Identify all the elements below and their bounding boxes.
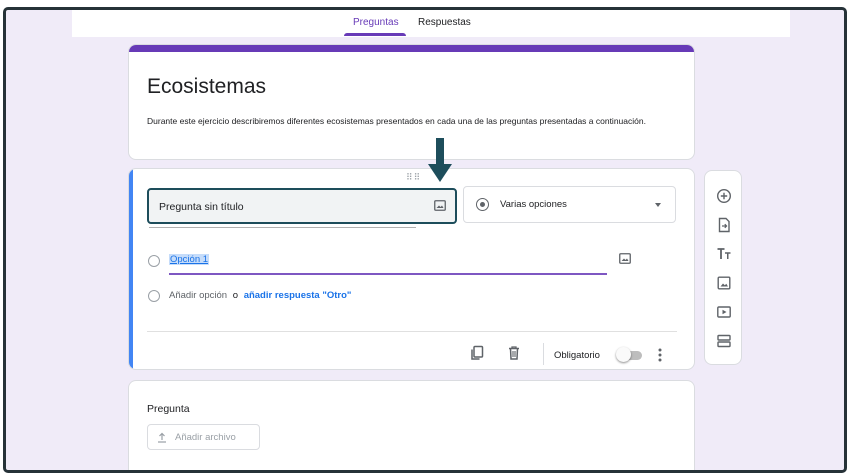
required-label: Obligatorio bbox=[554, 350, 600, 361]
form-title[interactable]: Ecosistemas bbox=[147, 75, 266, 99]
radio-type-icon bbox=[476, 198, 489, 211]
form-description[interactable]: Durante este ejercicio describiremos dif… bbox=[147, 115, 667, 128]
option-image-icon[interactable] bbox=[619, 253, 631, 264]
add-title-icon[interactable] bbox=[716, 246, 732, 262]
top-tab-bar: Preguntas Respuestas bbox=[72, 10, 790, 37]
question-type-label: Varias opciones bbox=[500, 199, 567, 210]
question-title-text: Pregunta sin título bbox=[159, 201, 244, 213]
question-2-title: Pregunta bbox=[147, 403, 190, 415]
or-text: o bbox=[232, 290, 239, 301]
question-type-dropdown[interactable]: Varias opciones bbox=[463, 186, 676, 223]
upload-file-label: Añadir archivo bbox=[175, 432, 236, 443]
add-option-link[interactable]: Añadir opción bbox=[169, 290, 227, 301]
tab-preguntas[interactable]: Preguntas bbox=[353, 17, 399, 28]
active-question-indicator bbox=[129, 169, 133, 369]
theme-strip bbox=[129, 45, 694, 52]
add-section-icon[interactable] bbox=[716, 333, 732, 349]
side-toolbar bbox=[704, 170, 742, 365]
question-card-2[interactable]: Pregunta Añadir archivo bbox=[128, 380, 695, 470]
add-option-radio bbox=[148, 290, 160, 302]
footer-divider bbox=[147, 331, 677, 332]
option-1-underline bbox=[169, 273, 607, 275]
option-1-input[interactable]: Opción 1 bbox=[169, 254, 210, 265]
title-underline bbox=[149, 227, 416, 228]
option-radio bbox=[148, 255, 160, 267]
add-video-icon[interactable] bbox=[716, 304, 732, 320]
upload-icon bbox=[158, 432, 166, 443]
add-option-row: Añadir opción o añadir respuesta "Otro" bbox=[169, 290, 351, 301]
required-toggle-knob[interactable] bbox=[616, 347, 631, 362]
add-question-icon[interactable] bbox=[716, 188, 732, 204]
import-questions-icon[interactable] bbox=[716, 217, 732, 233]
toolbar-separator bbox=[543, 343, 544, 365]
chevron-down-icon bbox=[655, 203, 661, 207]
drag-handle-icon[interactable]: ⠿⠿ bbox=[406, 172, 421, 183]
add-image-icon[interactable] bbox=[434, 200, 446, 211]
annotation-arrow-icon bbox=[428, 138, 452, 182]
screenshot-frame: Preguntas Respuestas Ecosistemas Durante… bbox=[3, 7, 847, 473]
form-title-card[interactable]: Ecosistemas Durante este ejercicio descr… bbox=[128, 44, 695, 160]
delete-icon[interactable] bbox=[506, 345, 522, 361]
tab-respuestas[interactable]: Respuestas bbox=[418, 17, 471, 28]
more-options-icon[interactable] bbox=[655, 347, 665, 363]
add-image-icon[interactable] bbox=[716, 275, 732, 291]
question-card[interactable]: ⠿⠿ Pregunta sin título Varias opciones O… bbox=[128, 168, 695, 370]
upload-file-button[interactable]: Añadir archivo bbox=[147, 424, 260, 450]
question-title-input[interactable]: Pregunta sin título bbox=[147, 188, 457, 224]
duplicate-icon[interactable] bbox=[469, 345, 485, 361]
add-other-link[interactable]: añadir respuesta "Otro" bbox=[244, 290, 352, 301]
active-tab-indicator bbox=[344, 33, 406, 36]
